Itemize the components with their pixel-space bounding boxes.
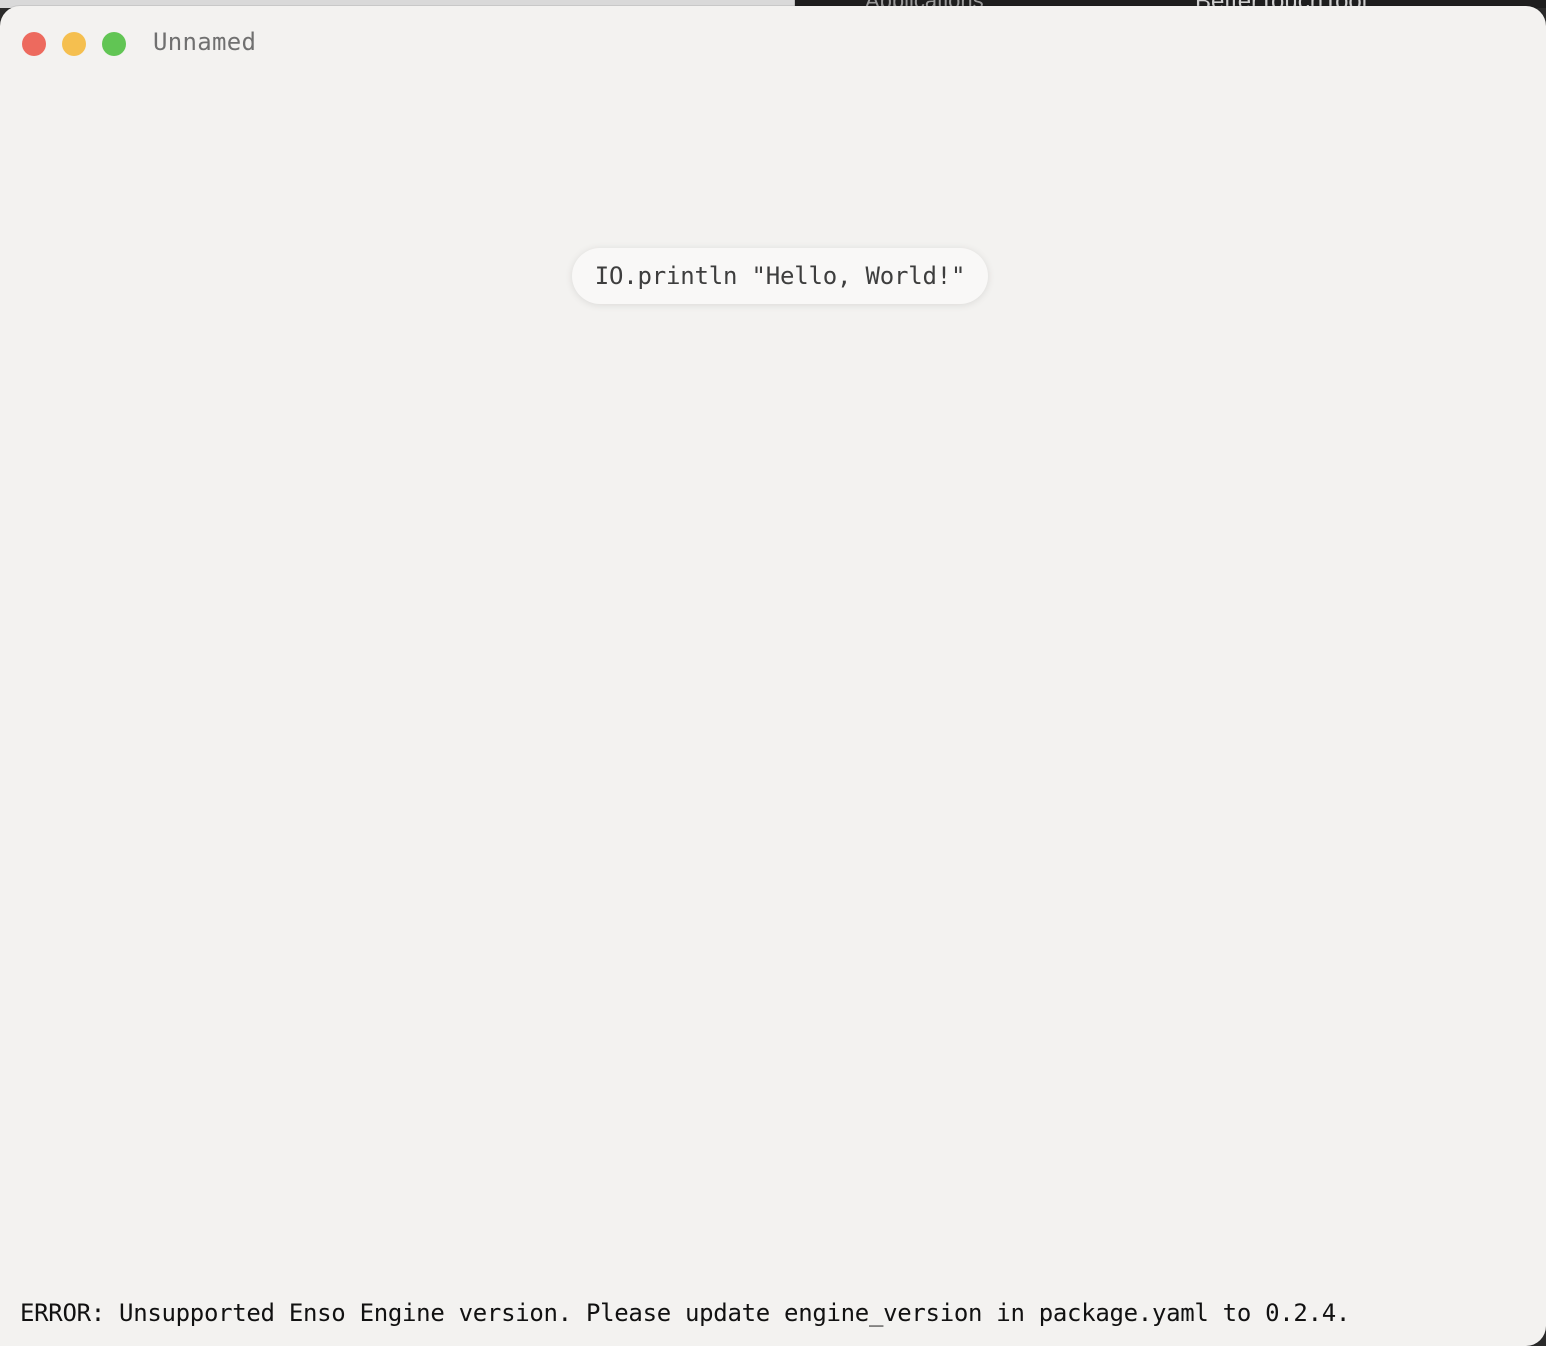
app-window: Unnamed IO.println "Hello, World!" ERROR… [0,6,1546,1346]
graph-node[interactable]: IO.println "Hello, World!" [572,248,988,304]
minimize-window-button[interactable] [62,32,86,56]
error-status-message: ERROR: Unsupported Enso Engine version. … [20,1299,1351,1327]
title-bar[interactable]: Unnamed [0,6,1546,82]
node-expression[interactable]: IO.println "Hello, World!" [595,262,966,290]
maximize-window-button[interactable] [102,32,126,56]
close-window-button[interactable] [22,32,46,56]
project-title[interactable]: Unnamed [153,28,256,56]
